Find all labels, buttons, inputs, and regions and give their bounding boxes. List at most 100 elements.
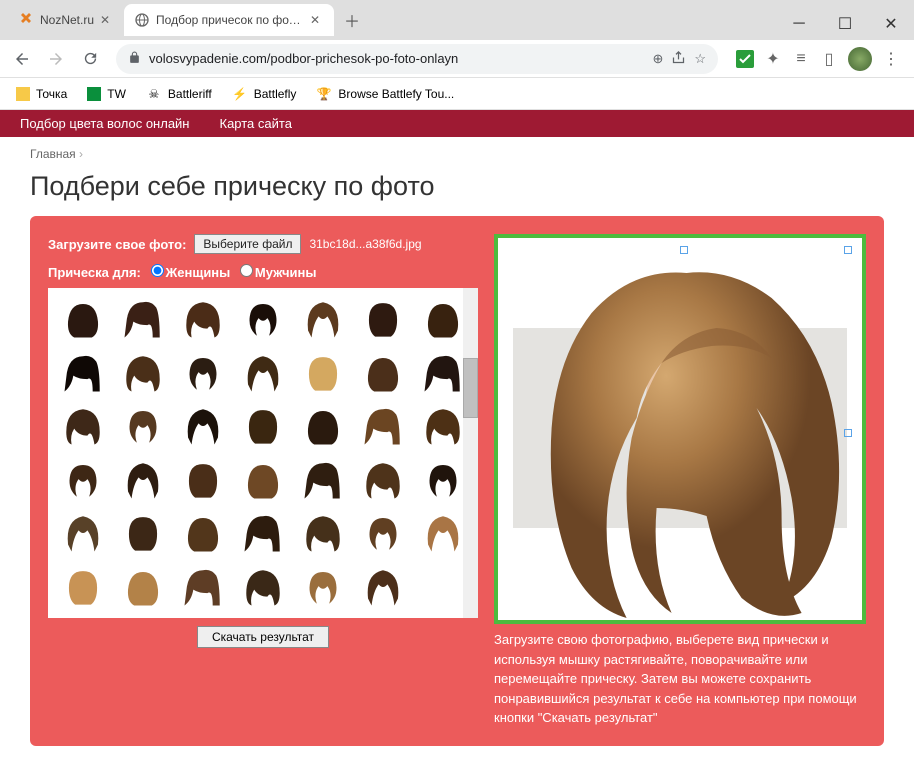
hairstyle-option[interactable] [174, 562, 231, 612]
ext-menu-icon[interactable]: ≡ [792, 50, 810, 68]
instructions-text: Загрузите свою фотографию, выберете вид … [494, 630, 866, 728]
hairstyle-option[interactable] [174, 401, 231, 451]
hairstyle-option[interactable] [114, 455, 171, 505]
hairstyle-option[interactable] [174, 294, 231, 344]
radio-women[interactable] [151, 264, 164, 277]
bookmark-item[interactable]: Точка [8, 83, 75, 105]
bookmark-item[interactable]: 🏆Browse Battlefy Tou... [308, 82, 462, 106]
breadcrumb: Главная › [0, 137, 914, 171]
hairstyle-grid[interactable] [48, 288, 478, 618]
choose-file-button[interactable]: Выберите файл [194, 234, 301, 254]
controls-column: Загрузите свое фото: Выберите файл 31bc1… [48, 234, 478, 728]
hairstyle-option[interactable] [54, 455, 111, 505]
lock-icon [128, 51, 141, 67]
bookmark-item[interactable]: TW [79, 83, 134, 105]
hairstyle-option[interactable] [355, 294, 412, 344]
hair-overlay[interactable] [522, 258, 852, 624]
bolt-icon: ⚡ [232, 86, 248, 102]
browser-tab[interactable]: NozNet.ru ✕ [8, 4, 124, 36]
hairstyle-option[interactable] [54, 348, 111, 398]
minimize-button[interactable]: ─ [776, 8, 822, 40]
back-button[interactable] [8, 45, 36, 73]
hairstyle-option[interactable] [54, 508, 111, 558]
app-panel: Загрузите свое фото: Выберите файл 31bc1… [30, 216, 884, 746]
preview-column: Загрузите свою фотографию, выберете вид … [494, 234, 866, 728]
hairstyle-option[interactable] [114, 508, 171, 558]
url-text: volosvypadenie.com/podbor-prichesok-po-f… [149, 51, 644, 66]
maximize-button[interactable]: ☐ [822, 8, 868, 40]
nav-link[interactable]: Карта сайта [220, 116, 292, 131]
close-button[interactable]: ✕ [868, 8, 914, 40]
extensions-area: ✦ ≡ ▯ ⋮ [730, 47, 906, 71]
gender-row: Прическа для: Женщины Мужчины [48, 264, 478, 280]
close-icon[interactable]: ✕ [100, 13, 114, 27]
hairstyle-option[interactable] [234, 508, 291, 558]
search-icon[interactable]: ⊕ [652, 51, 663, 67]
tab-title: Подбор причесок по фото онла [156, 13, 304, 27]
page-content[interactable]: Подбор цвета волос онлайн Карта сайта Гл… [0, 110, 914, 774]
browser-tabs: NozNet.ru ✕ Подбор причесок по фото онла… [0, 4, 776, 40]
hairstyle-option[interactable] [295, 455, 352, 505]
scrollbar-track[interactable] [463, 288, 478, 618]
hairstyle-option[interactable] [234, 401, 291, 451]
preview-canvas[interactable] [494, 234, 866, 624]
hairstyle-option[interactable] [295, 401, 352, 451]
close-icon[interactable]: ✕ [310, 13, 324, 27]
share-icon[interactable] [671, 50, 686, 68]
hairstyle-option[interactable] [174, 348, 231, 398]
window-titlebar: NozNet.ru ✕ Подбор причесок по фото онла… [0, 0, 914, 40]
hairstyle-option[interactable] [295, 562, 352, 612]
hairstyle-option[interactable] [54, 401, 111, 451]
hairstyle-option[interactable] [114, 562, 171, 612]
hairstyle-option[interactable] [114, 401, 171, 451]
bookmark-icon [16, 87, 30, 101]
tab-favicon [18, 12, 34, 28]
ext-rect-icon[interactable]: ▯ [820, 50, 838, 68]
hairstyle-option[interactable] [355, 508, 412, 558]
download-button[interactable]: Скачать результат [197, 626, 329, 648]
radio-men[interactable] [240, 264, 253, 277]
hairstyle-option[interactable] [234, 455, 291, 505]
hairstyle-option[interactable] [114, 294, 171, 344]
profile-avatar[interactable] [848, 47, 872, 71]
hairstyle-option[interactable] [54, 562, 111, 612]
bookmarks-bar: Точка TW ☠Battleriff ⚡Battlefly 🏆Browse … [0, 78, 914, 110]
hairstyle-option[interactable] [355, 455, 412, 505]
bookmark-icon [87, 87, 101, 101]
chrome-menu-icon[interactable]: ⋮ [882, 50, 900, 68]
trophy-icon: 🏆 [316, 86, 332, 102]
hairstyle-option[interactable] [174, 508, 231, 558]
file-name-label: 31bc18d...a38f6d.jpg [309, 237, 421, 251]
browser-toolbar: volosvypadenie.com/podbor-prichesok-po-f… [0, 40, 914, 78]
hairstyle-option[interactable] [114, 348, 171, 398]
hairstyle-option[interactable] [295, 348, 352, 398]
site-nav: Подбор цвета волос онлайн Карта сайта [0, 110, 914, 137]
hairstyle-option[interactable] [355, 562, 412, 612]
new-tab-button[interactable]: ＋ [338, 6, 366, 34]
scrollbar-thumb[interactable] [463, 358, 478, 418]
hairstyle-option[interactable] [355, 401, 412, 451]
puzzle-icon[interactable]: ✦ [764, 50, 782, 68]
nav-link[interactable]: Подбор цвета волос онлайн [20, 116, 190, 131]
hairstyle-option[interactable] [174, 455, 231, 505]
hairstyle-option[interactable] [234, 294, 291, 344]
hairstyle-option[interactable] [355, 348, 412, 398]
forward-button[interactable] [42, 45, 70, 73]
hairstyle-option[interactable] [54, 294, 111, 344]
star-icon[interactable]: ☆ [694, 51, 706, 67]
upload-row: Загрузите свое фото: Выберите файл 31bc1… [48, 234, 478, 254]
address-bar[interactable]: volosvypadenie.com/podbor-prichesok-po-f… [116, 44, 718, 74]
tab-title: NozNet.ru [40, 13, 94, 27]
hairstyle-option[interactable] [234, 562, 291, 612]
reload-button[interactable] [76, 45, 104, 73]
hairstyle-option[interactable] [295, 508, 352, 558]
browser-tab-active[interactable]: Подбор причесок по фото онла ✕ [124, 4, 334, 36]
globe-icon [134, 12, 150, 28]
bookmark-item[interactable]: ⚡Battlefly [224, 82, 305, 106]
hairstyle-option[interactable] [234, 348, 291, 398]
bookmark-item[interactable]: ☠Battleriff [138, 82, 220, 106]
hairstyle-option[interactable] [295, 294, 352, 344]
skull-icon: ☠ [146, 86, 162, 102]
page-title: Подбери себе прическу по фото [0, 171, 914, 216]
ext-icon-check[interactable] [736, 50, 754, 68]
